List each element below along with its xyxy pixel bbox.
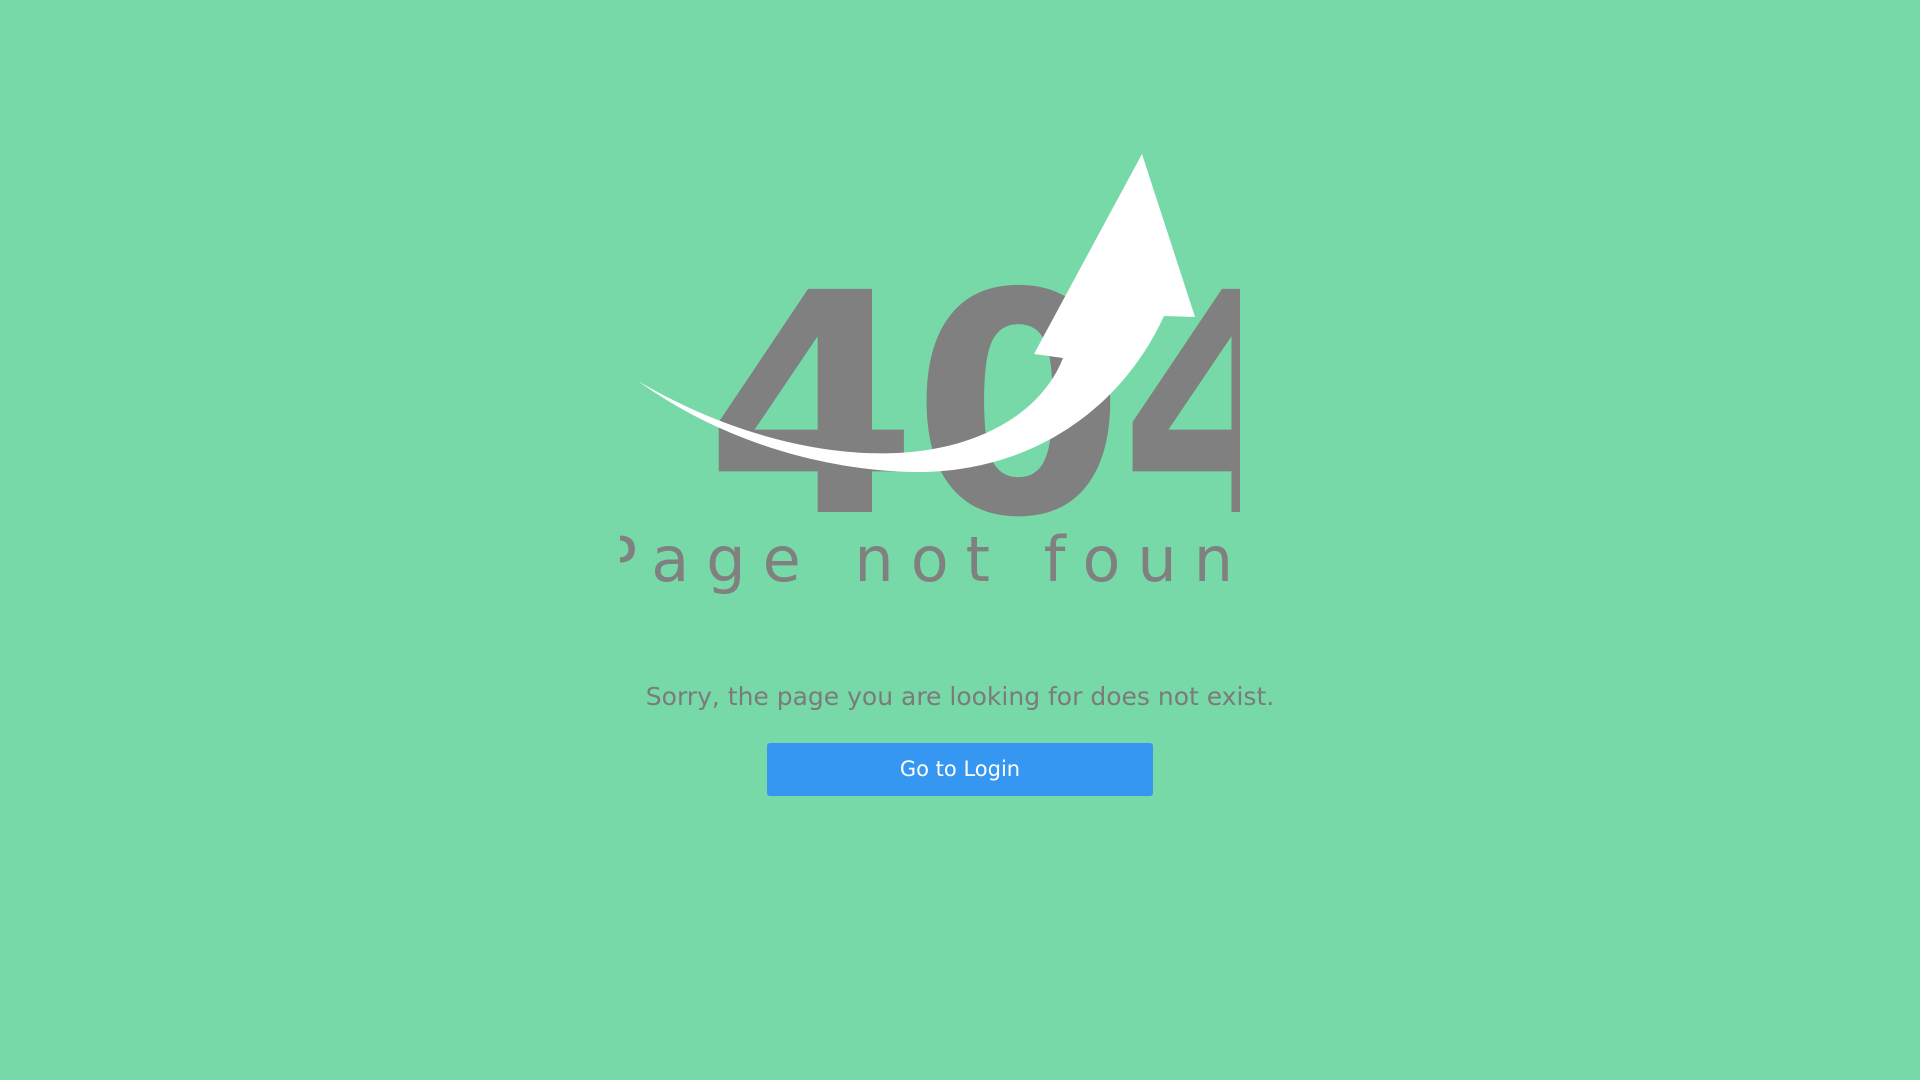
not-found-page: 404 Page not found Sorry, the page you a…: [0, 0, 1920, 1080]
error-illustration: 404 Page not found: [620, 154, 1240, 596]
go-to-login-button[interactable]: Go to Login: [767, 743, 1153, 796]
page-title: Page not found: [620, 523, 1240, 596]
error-message: Sorry, the page you are looking for does…: [645, 682, 1275, 711]
